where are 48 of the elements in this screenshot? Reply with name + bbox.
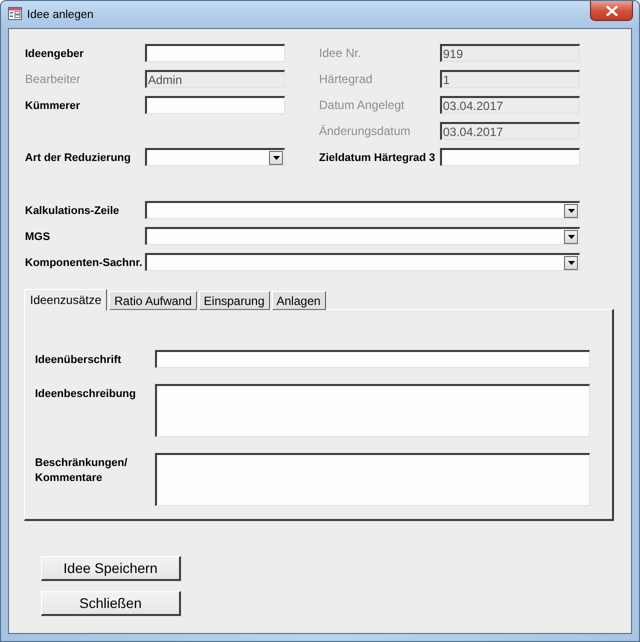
text-field[interactable]: [440, 148, 580, 166]
text-field[interactable]: Admin: [145, 70, 285, 88]
caret-icon: [568, 234, 574, 238]
text-field[interactable]: 1: [440, 70, 580, 88]
field-label: MGS: [25, 230, 50, 242]
combo-box[interactable]: [145, 227, 580, 245]
field-label: Ideenbeschreibung: [35, 388, 136, 400]
text-field[interactable]: 03.04.2017: [440, 96, 580, 114]
text-field[interactable]: [145, 44, 285, 62]
field-label: Ideenüberschrift: [35, 354, 122, 366]
text-field[interactable]: 919: [440, 44, 580, 62]
caret-icon: [568, 208, 574, 212]
combo-box[interactable]: [145, 201, 580, 219]
tab[interactable]: Anlagen: [272, 291, 326, 310]
close-button[interactable]: Schließen: [41, 591, 181, 616]
field-label: Beschränkungen/ Kommentare: [35, 457, 128, 484]
dropdown-button[interactable]: [564, 230, 578, 244]
field-label: Art der Reduzierung: [25, 152, 131, 164]
text-area[interactable]: [155, 384, 590, 437]
window-title: Idee anlegen: [27, 9, 94, 21]
field-label: Kümmerer: [25, 100, 80, 112]
field-label: Bearbeiter: [25, 72, 80, 86]
field-label: Kalkulations-Zeile: [25, 204, 120, 216]
window-close-button[interactable]: [590, 1, 633, 21]
caret-icon: [568, 260, 574, 264]
caret-icon: [272, 156, 280, 160]
tab[interactable]: Einsparung: [198, 291, 270, 310]
combo-box[interactable]: [145, 148, 285, 166]
field-label: Komponenten-Sachnr.: [25, 256, 142, 268]
close-icon: [606, 6, 618, 16]
field-label: Idee Nr.: [319, 46, 362, 60]
dropdown-button[interactable]: [564, 256, 578, 270]
save-button[interactable]: Idee Speichern: [41, 556, 181, 581]
tab[interactable]: Ideenzusätze: [24, 289, 108, 311]
text-field[interactable]: [155, 350, 590, 368]
field-label: Ideengeber: [25, 48, 84, 60]
field-label: Zieldatum Härtegrad 3: [319, 152, 436, 164]
combo-box[interactable]: [145, 253, 580, 271]
dropdown-button[interactable]: [564, 204, 578, 218]
text-field[interactable]: [145, 96, 285, 114]
field-label: Datum Angelegt: [319, 98, 404, 112]
text-area[interactable]: [155, 453, 590, 506]
tab[interactable]: Ratio Aufwand: [109, 291, 197, 310]
text-field[interactable]: 03.04.2017: [440, 122, 580, 140]
field-label: Härtegrad: [319, 72, 372, 86]
form-icon: [8, 7, 22, 20]
field-label: Änderungsdatum: [319, 124, 410, 138]
dropdown-button[interactable]: [269, 150, 283, 164]
